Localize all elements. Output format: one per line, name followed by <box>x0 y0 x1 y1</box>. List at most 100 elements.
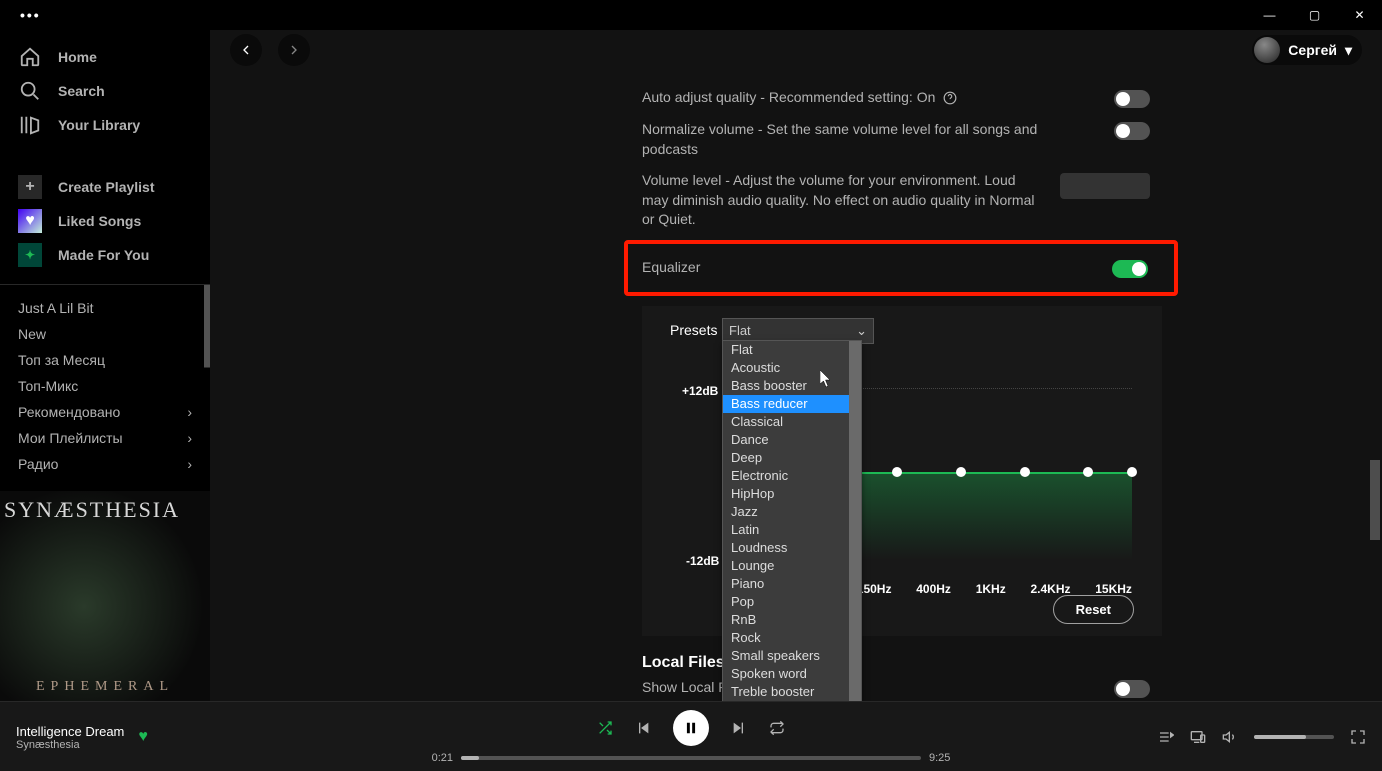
eq-handle[interactable] <box>1083 467 1093 477</box>
nav-library[interactable]: Your Library <box>0 108 210 142</box>
home-icon <box>18 45 42 69</box>
track-title: Intelligence Dream <box>16 724 124 739</box>
preset-option[interactable]: Treble booster <box>723 683 861 701</box>
chevron-right-icon: › <box>187 404 192 420</box>
progress-bar[interactable] <box>461 756 921 760</box>
presets-selected-value: Flat <box>729 323 751 338</box>
nav-liked-label: Liked Songs <box>58 213 141 229</box>
player-bar: Intelligence Dream Synæsthesia ♥ 0:21 <box>0 701 1382 771</box>
like-button[interactable]: ♥ <box>138 728 148 746</box>
previous-button[interactable] <box>635 720 651 736</box>
nav-back-button[interactable] <box>230 34 262 66</box>
sparkle-icon: ✦ <box>18 243 42 267</box>
preset-option[interactable]: Flat <box>723 341 861 359</box>
volume-level-select[interactable] <box>1060 173 1150 199</box>
setting-normalize-label: Normalize volume - Set the same volume l… <box>642 120 1094 159</box>
presets-label: Presets <box>670 322 717 338</box>
play-pause-button[interactable] <box>673 710 709 746</box>
preset-option[interactable]: Lounge <box>723 557 861 575</box>
preset-option[interactable]: Classical <box>723 413 861 431</box>
reset-button[interactable]: Reset <box>1053 595 1134 624</box>
queue-button[interactable] <box>1158 729 1174 745</box>
equalizer-panel: Presets Flat ⌄ FlatAcousticBass boosterB… <box>642 306 1162 636</box>
eq-gain-max: +12dB <box>682 384 718 398</box>
avatar <box>1254 37 1280 63</box>
chevron-right-icon: › <box>187 430 192 446</box>
setting-normalize: Normalize volume - Set the same volume l… <box>642 114 1162 165</box>
topbar: Сергей ▾ <box>210 30 1382 70</box>
shuffle-button[interactable] <box>597 720 613 736</box>
setting-show-local-files: Show Local Files <box>642 672 1162 701</box>
fullscreen-button[interactable] <box>1350 729 1366 745</box>
preset-option[interactable]: Electronic <box>723 467 861 485</box>
setting-volume-level-label: Volume level - Adjust the volume for you… <box>642 171 1040 230</box>
search-icon <box>18 79 42 103</box>
playlist-folder[interactable]: Мои Плейлисты› <box>0 425 210 451</box>
toggle-equalizer[interactable] <box>1112 260 1148 278</box>
setting-auto-adjust-label: Auto adjust quality - Recommended settin… <box>642 89 935 105</box>
eq-handle[interactable] <box>1127 467 1137 477</box>
playlist-item[interactable]: Топ за Месяц <box>0 347 210 373</box>
nav-create-playlist[interactable]: + Create Playlist <box>0 170 210 204</box>
nav-made-label: Made For You <box>58 247 149 263</box>
album-art-subtitle: EPHEMERAL <box>0 679 210 695</box>
preset-option[interactable]: Rock <box>723 629 861 647</box>
eq-handle[interactable] <box>1020 467 1030 477</box>
setting-equalizer-row: Equalizer <box>624 240 1178 296</box>
app-menu-button[interactable]: ••• <box>0 7 41 23</box>
now-playing-art[interactable]: SYNÆSTHESIA EPHEMERAL <box>0 491 210 701</box>
playlist-list[interactable]: Just A Lil Bit New Топ за Месяц Топ-Микс… <box>0 284 210 491</box>
devices-button[interactable] <box>1190 729 1206 745</box>
playlist-item[interactable]: New <box>0 321 210 347</box>
preset-option[interactable]: RnB <box>723 611 861 629</box>
nav-search-label: Search <box>58 83 105 99</box>
preset-option[interactable]: Pop <box>723 593 861 611</box>
preset-option[interactable]: Piano <box>723 575 861 593</box>
nav-search[interactable]: Search <box>0 74 210 108</box>
presets-dropdown[interactable]: FlatAcousticBass boosterBass reducerClas… <box>722 340 862 701</box>
plus-icon: + <box>18 175 42 199</box>
main-scrollbar[interactable] <box>1368 30 1382 701</box>
nav-made-for-you[interactable]: ✦ Made For You <box>0 238 210 272</box>
eq-handle[interactable] <box>956 467 966 477</box>
time-elapsed: 0:21 <box>432 752 453 764</box>
preset-option[interactable]: Latin <box>723 521 861 539</box>
section-local-files: Local Files <box>642 654 1162 672</box>
playlist-item[interactable]: Just A Lil Bit <box>0 295 210 321</box>
toggle-normalize[interactable] <box>1114 122 1150 140</box>
playlist-folder[interactable]: Рекомендовано› <box>0 399 210 425</box>
help-icon[interactable] <box>943 91 957 105</box>
toggle-local-files[interactable] <box>1114 680 1150 698</box>
nav-forward-button[interactable] <box>278 34 310 66</box>
preset-option[interactable]: Small speakers <box>723 647 861 665</box>
playlist-item[interactable]: Топ-Микс <box>0 373 210 399</box>
chevron-down-icon: ⌄ <box>856 323 867 339</box>
nav-home[interactable]: Home <box>0 40 210 74</box>
nav-library-label: Your Library <box>58 117 140 133</box>
next-button[interactable] <box>731 720 747 736</box>
window-close[interactable]: ✕ <box>1337 0 1382 30</box>
chevron-right-icon: › <box>187 456 192 472</box>
window-minimize[interactable]: — <box>1247 0 1292 30</box>
volume-bar[interactable] <box>1254 735 1334 739</box>
user-menu[interactable]: Сергей ▾ <box>1252 35 1362 65</box>
eq-handle[interactable] <box>892 467 902 477</box>
track-artist: Synæsthesia <box>16 739 124 751</box>
preset-option[interactable]: Loudness <box>723 539 861 557</box>
playlist-folder[interactable]: Радио› <box>0 451 210 477</box>
nav-liked-songs[interactable]: ♥ Liked Songs <box>0 204 210 238</box>
window-maximize[interactable]: ▢ <box>1292 0 1337 30</box>
preset-option[interactable]: Acoustic <box>723 359 861 377</box>
preset-option[interactable]: Bass reducer <box>723 395 861 413</box>
setting-equalizer-label: Equalizer <box>642 258 700 278</box>
toggle-auto-adjust[interactable] <box>1114 90 1150 108</box>
preset-option[interactable]: Jazz <box>723 503 861 521</box>
now-playing-info[interactable]: Intelligence Dream Synæsthesia <box>16 724 124 751</box>
preset-option[interactable]: Deep <box>723 449 861 467</box>
preset-option[interactable]: Spoken word <box>723 665 861 683</box>
repeat-button[interactable] <box>769 720 785 736</box>
preset-option[interactable]: HipHop <box>723 485 861 503</box>
preset-option[interactable]: Bass booster <box>723 377 861 395</box>
volume-button[interactable] <box>1222 729 1238 745</box>
preset-option[interactable]: Dance <box>723 431 861 449</box>
